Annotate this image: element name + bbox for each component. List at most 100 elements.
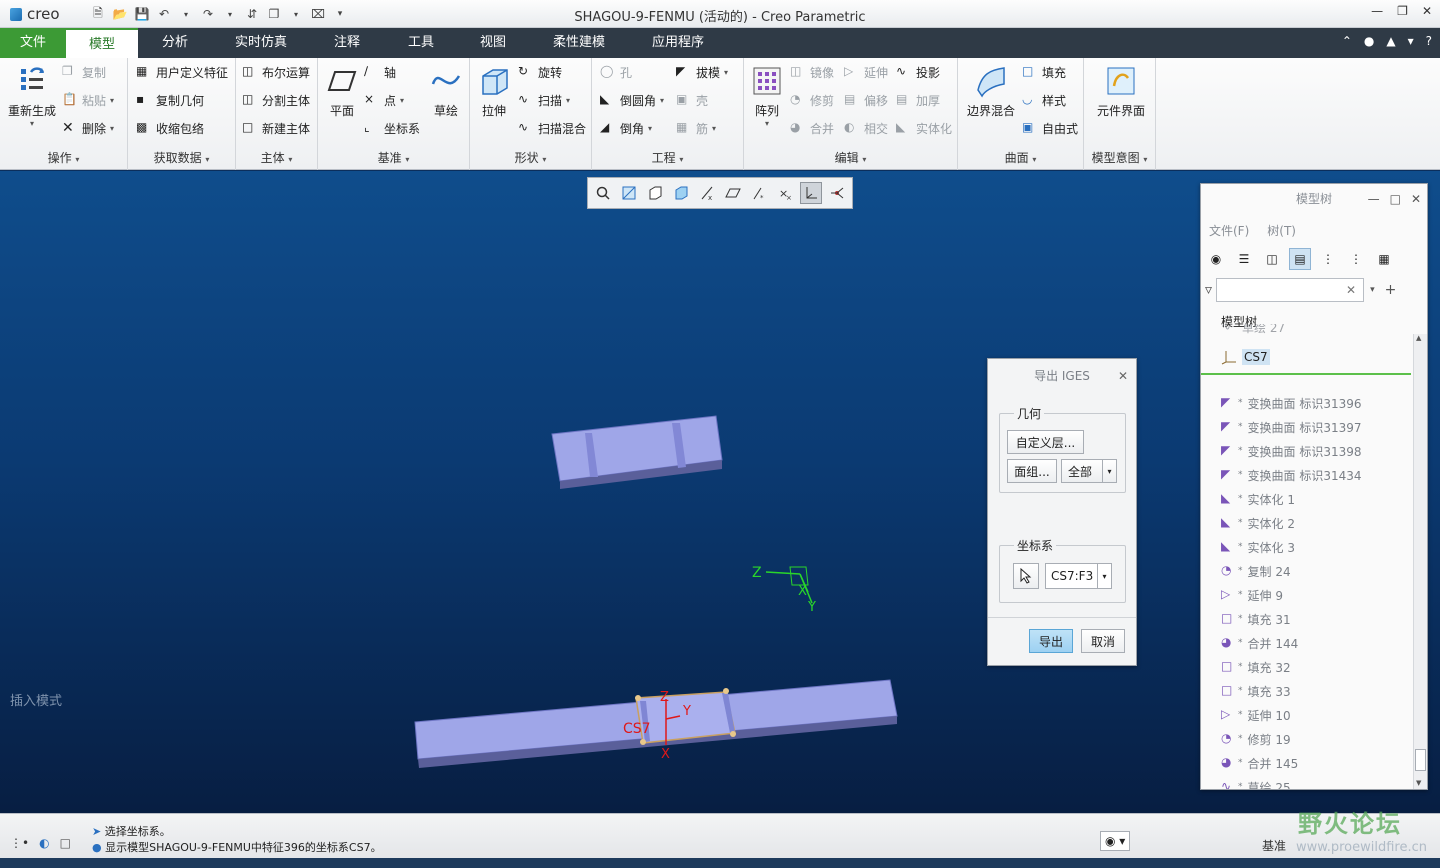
open-folder-icon[interactable]: 📂 — [110, 4, 130, 24]
binoculars-icon[interactable]: ◉ — [1205, 248, 1227, 270]
customize-qat-icon[interactable]: ▾ — [330, 4, 350, 24]
revolve-button[interactable]: ↻ 旋转 — [518, 62, 562, 82]
filter-icon[interactable]: ▿ — [1205, 282, 1212, 298]
navigator-icon[interactable]: ⋮• — [10, 836, 29, 850]
tree-row[interactable]: ◤ * 变换曲面 标识31398 — [1221, 440, 1362, 462]
panel-minimize-icon[interactable]: — — [1368, 184, 1380, 214]
tab-model[interactable]: 模型 — [66, 28, 138, 58]
tree-row-cs7[interactable]: CS7 — [1221, 346, 1270, 368]
find-icon[interactable]: ◉ ▾ — [1100, 831, 1131, 851]
help-dropdown-icon[interactable]: ▾ — [1408, 34, 1414, 48]
extrude-button[interactable]: 拉伸 — [474, 64, 514, 119]
tab-live-simulation[interactable]: 实时仿真 — [222, 28, 300, 58]
solidify-button[interactable]: ◣ 实体化 — [896, 118, 952, 138]
undo-dropdown-icon[interactable]: ▾ — [176, 4, 196, 24]
tab-annotate[interactable]: 注释 — [318, 28, 376, 58]
save-icon[interactable]: 💾 — [132, 4, 152, 24]
tree-row[interactable]: ∿ * 草绘 25 — [1221, 776, 1291, 789]
cancel-button[interactable]: 取消 — [1081, 629, 1125, 653]
shell-button[interactable]: ▣ 壳 — [676, 90, 708, 110]
clear-search-icon[interactable]: ✕ — [1346, 283, 1356, 297]
graduation-cap-icon[interactable]: ▲ — [1386, 34, 1395, 48]
draft-button[interactable]: ◤ 拔模 ▾ — [676, 62, 728, 82]
mirror-button[interactable]: ◫ 镜像 — [790, 62, 834, 82]
plane-button[interactable]: 平面 — [324, 64, 360, 119]
tab-flexible-modeling[interactable]: 柔性建模 — [540, 28, 618, 58]
search-input[interactable] — [1216, 278, 1365, 302]
group-label-editing[interactable]: 编辑 ▾ — [744, 149, 957, 166]
tab-view[interactable]: 视图 — [464, 28, 522, 58]
trim-button[interactable]: ◔ 修剪 — [790, 90, 834, 110]
undo-icon[interactable]: ↶ — [154, 4, 174, 24]
group-label-engineering[interactable]: 工程 ▾ — [592, 149, 743, 166]
lower-part[interactable] — [414, 679, 898, 768]
point-button[interactable]: × 点 ▾ — [364, 90, 404, 110]
tree-row[interactable]: ◤ * 变换曲面 标识31434 — [1221, 464, 1362, 486]
new-file-icon[interactable]: 🗎 — [88, 4, 108, 24]
extend-button[interactable]: ▷ 延伸 — [844, 62, 888, 82]
model-tree-scrollbar[interactable]: ▲ ▼ — [1413, 334, 1427, 789]
tree-row[interactable]: ◔ * 修剪 19 — [1221, 728, 1291, 750]
group-label-surfaces[interactable]: 曲面 ▾ — [958, 149, 1083, 166]
udf-button[interactable]: ▦ 用户定义特征 — [136, 62, 228, 82]
tree-row[interactable]: ◔ * 复制 24 — [1221, 560, 1291, 582]
tree-row[interactable]: ◣ * 实体化 3 — [1221, 536, 1295, 558]
boolean-button[interactable]: ◫ 布尔运算 — [242, 62, 310, 82]
select-csys-arrow-button[interactable] — [1013, 563, 1039, 589]
redo-icon[interactable]: ↷ — [198, 4, 218, 24]
component-interface-button[interactable]: 元件界面 — [1090, 64, 1152, 119]
shrinkwrap-button[interactable]: ▩ 收缩包络 — [136, 118, 204, 138]
group-label-shapes[interactable]: 形状 ▾ — [470, 149, 591, 166]
redo-dropdown-icon[interactable]: ▾ — [220, 4, 240, 24]
sweep-button[interactable]: ∿ 扫描 ▾ — [518, 90, 570, 110]
project-button[interactable]: ∿ 投影 — [896, 62, 940, 82]
selection-filter[interactable]: 基准 — [1262, 837, 1286, 854]
all-dropdown-arrow-icon[interactable]: ▾ — [1102, 460, 1116, 482]
offset-button[interactable]: ▤ 偏移 — [844, 90, 888, 110]
close-window-icon[interactable]: ⌧ — [308, 4, 328, 24]
round-button[interactable]: ◣ 倒圆角 ▾ — [600, 90, 664, 110]
tab-analysis[interactable]: 分析 — [144, 28, 206, 58]
group-label-operations[interactable]: 操作 ▾ — [0, 149, 127, 166]
fill-button[interactable]: □ 填充 — [1022, 62, 1066, 82]
panel-close-icon[interactable]: ✕ — [1411, 184, 1421, 214]
close-icon[interactable]: ✕ — [1422, 4, 1432, 18]
tree-row[interactable]: ◣ * 实体化 1 — [1221, 488, 1295, 510]
tab-applications[interactable]: 应用程序 — [640, 28, 716, 58]
rib-button[interactable]: ▦ 筋 ▾ — [676, 118, 716, 138]
csys-select-field[interactable]: CS7:F3 ▾ — [1045, 563, 1112, 589]
sketch-button[interactable]: 草绘 — [426, 64, 466, 119]
menu-file[interactable]: 文件(F) — [1209, 222, 1249, 239]
restore-icon[interactable]: ❐ — [1397, 4, 1408, 18]
tree-row[interactable]: □ * 填充 32 — [1221, 656, 1291, 678]
swept-blend-button[interactable]: ∿ 扫描混合 — [518, 118, 586, 138]
intersect-button[interactable]: ◐ 相交 — [844, 118, 888, 138]
csys-dropdown-arrow-icon[interactable]: ▾ — [1097, 564, 1111, 588]
browser-icon[interactable]: ◐ — [39, 836, 49, 850]
all-dropdown[interactable]: 全部 ▾ — [1061, 459, 1117, 483]
tree-view-icon[interactable]: ▤ — [1289, 248, 1311, 270]
tree-row[interactable]: ▷ * 延伸 10 — [1221, 704, 1291, 726]
windows-dropdown-icon[interactable]: ▾ — [286, 4, 306, 24]
minimize-ribbon-icon[interactable]: ⌃ — [1342, 34, 1352, 48]
tree-row[interactable]: ◤ * 变换曲面 标识31397 — [1221, 416, 1362, 438]
delete-button[interactable]: ✕ 删除 ▾ — [62, 118, 114, 138]
pattern-button[interactable]: 阵列 ▾ — [748, 64, 786, 128]
style-button[interactable]: ◡ 样式 — [1022, 90, 1066, 110]
group-label-body[interactable]: 主体 ▾ — [236, 149, 317, 166]
windows-icon[interactable]: ❐ — [264, 4, 284, 24]
regenerate-quick-icon[interactable]: ⇵ — [242, 4, 262, 24]
export-button[interactable]: 导出 — [1029, 629, 1073, 653]
tab-file[interactable]: 文件 — [0, 28, 66, 58]
tree-row[interactable]: □ * 填充 31 — [1221, 608, 1291, 630]
custom-layers-button[interactable]: 自定义层... — [1007, 430, 1084, 454]
add-icon[interactable]: + — [1385, 282, 1397, 298]
boundary-blend-button[interactable]: 边界混合 — [962, 64, 1020, 119]
freestyle-button[interactable]: ▣ 自由式 — [1022, 118, 1078, 138]
help-icon[interactable]: ? — [1426, 34, 1432, 48]
new-body-button[interactable]: □ 新建主体 — [242, 118, 310, 138]
light-bulb-icon[interactable]: ● — [1364, 34, 1374, 48]
settings-grid-icon[interactable]: ▦ — [1373, 248, 1395, 270]
tree-row[interactable]: ◕ * 合并 145 — [1221, 752, 1298, 774]
expand-all-icon[interactable]: ⋮ — [1317, 248, 1339, 270]
